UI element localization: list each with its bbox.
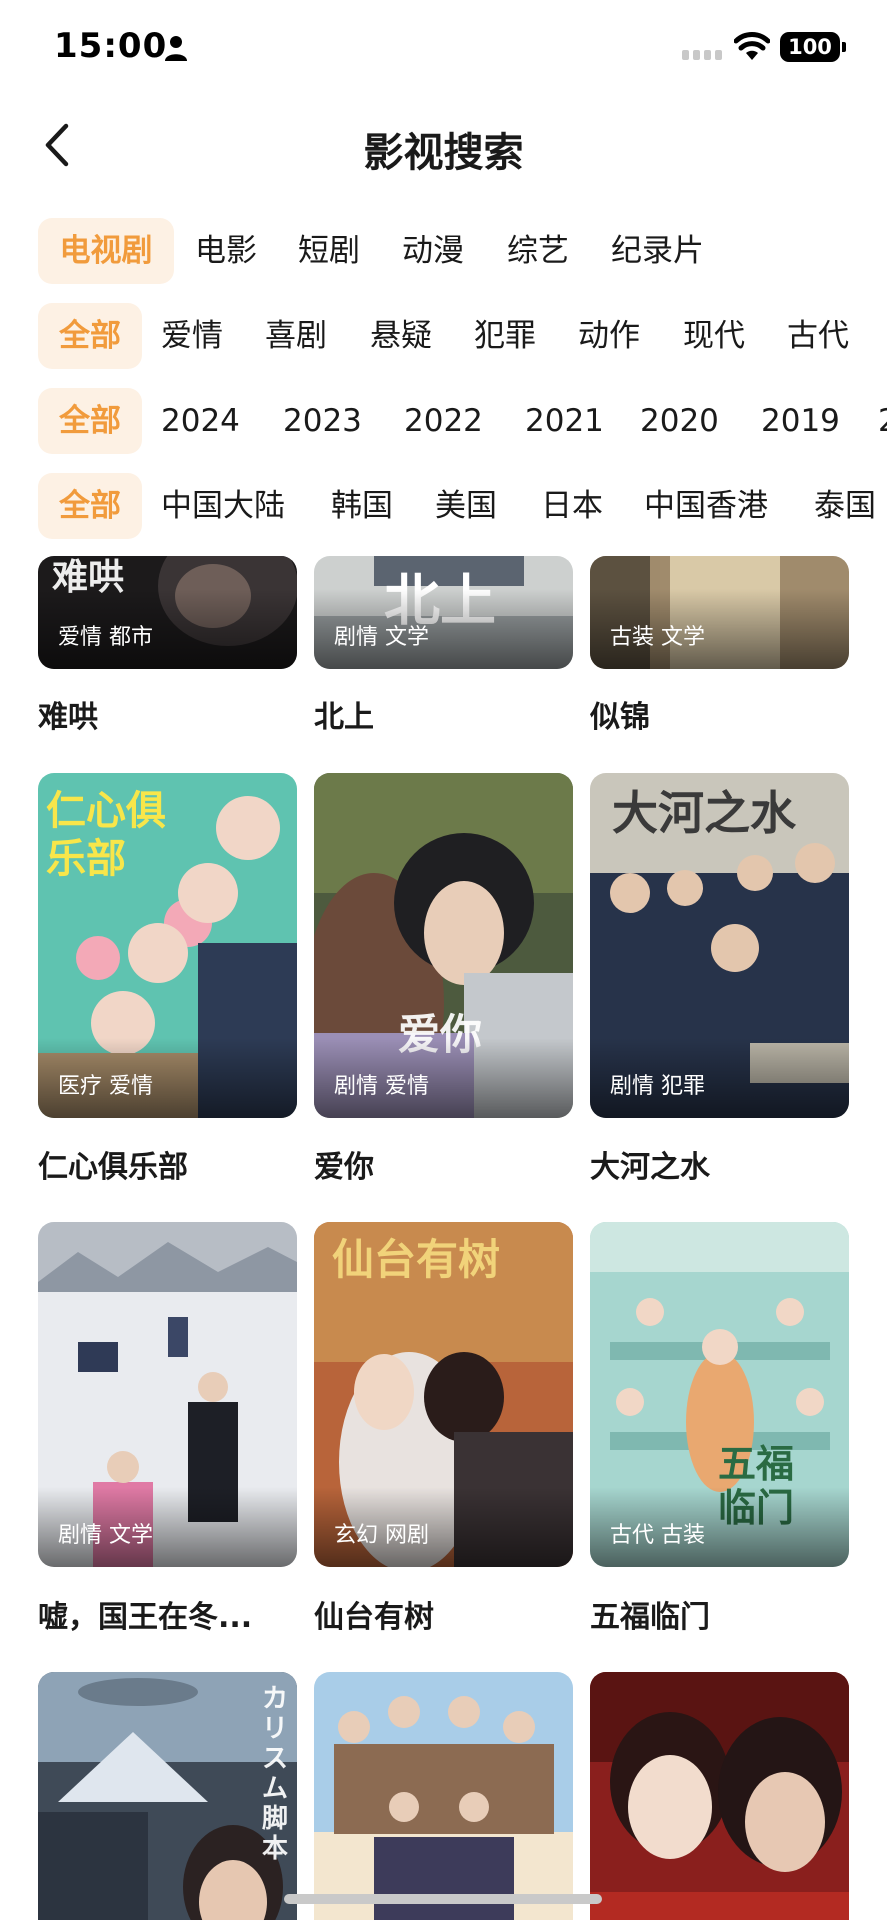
poster-text: 仙台有树 [332, 1235, 501, 1284]
chip-region-mainland[interactable]: 中国大陆 [161, 473, 285, 539]
chip-region-thailand[interactable]: 泰国 [814, 473, 876, 539]
poster-card[interactable] [590, 1672, 849, 1920]
chip-year-2021[interactable]: 2021 [525, 388, 604, 454]
poster-tags: 爱情 都市 [58, 625, 153, 650]
poster-card[interactable]: 古装 文学 [590, 556, 849, 669]
chip-genre-action[interactable]: 动作 [578, 303, 640, 369]
chip-type-movie[interactable]: 电影 [195, 218, 257, 284]
chip-genre-crime[interactable]: 犯罪 [474, 303, 536, 369]
chip-year-more[interactable]: 2 [878, 388, 887, 454]
chip-region-all[interactable]: 全部 [38, 473, 142, 539]
card-title[interactable]: 北上 [314, 692, 573, 736]
poster-tags: 古装 文学 [610, 625, 705, 650]
poster-tags: 剧情 文学 [58, 1523, 153, 1548]
card-title[interactable]: 大河之水 [590, 1142, 849, 1186]
chip-region-usa[interactable]: 美国 [435, 473, 497, 539]
chip-year-2020[interactable]: 2020 [640, 388, 719, 454]
poster-text: 大河之水 [612, 786, 796, 840]
poster-tags: 剧情 文学 [334, 625, 429, 650]
card-title[interactable]: 五福临门 [590, 1592, 849, 1636]
poster-card[interactable]: カリスム脚本 [38, 1672, 297, 1920]
battery-indicator: 100 [780, 32, 840, 62]
poster-card[interactable]: 仙台有树 玄幻 网剧 [314, 1222, 573, 1567]
poster-card[interactable]: 爱你 剧情 爱情 [314, 773, 573, 1118]
poster-text: 仁心俱乐部 [46, 787, 166, 882]
filter-row-region: 全部 中国大陆 韩国 美国 日本 中国香港 泰国 [0, 473, 887, 539]
poster-card[interactable]: 剧情 文学 [38, 1222, 297, 1567]
chip-type-short[interactable]: 短剧 [298, 218, 360, 284]
chip-type-variety[interactable]: 综艺 [507, 218, 569, 284]
results-grid: 难哄 爱情 都市 难哄 北上 剧情 文学 北上 古装 文学 似锦 [0, 556, 887, 1920]
chip-genre-all[interactable]: 全部 [38, 303, 142, 369]
chip-region-hongkong[interactable]: 中国香港 [644, 473, 768, 539]
poster-card[interactable]: 五福临门 古代 古装 [590, 1222, 849, 1567]
chip-year-2022[interactable]: 2022 [404, 388, 483, 454]
poster-tags: 剧情 爱情 [334, 1074, 429, 1099]
chip-year-2024[interactable]: 2024 [161, 388, 240, 454]
card-title[interactable]: 似锦 [590, 692, 849, 736]
chip-genre-suspense[interactable]: 悬疑 [370, 303, 432, 369]
card-title[interactable]: 仙台有树 [314, 1592, 573, 1636]
status-time: 15:00 [54, 26, 168, 66]
card-title[interactable]: 爱你 [314, 1142, 573, 1186]
chip-genre-comedy[interactable]: 喜剧 [265, 303, 327, 369]
poster-tags: 医疗 爱情 [58, 1074, 153, 1099]
card-title[interactable]: 难哄 [38, 692, 297, 736]
cellular-signal-icon [682, 50, 722, 60]
page-title: 影视搜索 [363, 130, 524, 176]
chip-genre-ancient[interactable]: 古代 [787, 303, 849, 369]
poster-card[interactable]: 难哄 爱情 都市 [38, 556, 297, 669]
poster-card[interactable] [314, 1672, 573, 1920]
chip-type-documentary[interactable]: 纪录片 [611, 218, 704, 284]
poster-tags: 玄幻 网剧 [334, 1523, 429, 1548]
home-indicator [284, 1894, 602, 1904]
wifi-icon [734, 32, 770, 60]
poster-text: カリスム脚本 [262, 1684, 289, 1864]
poster-card[interactable]: 仁心俱乐部 医疗 爱情 [38, 773, 297, 1118]
card-title[interactable]: 嘘，国王在冬... [38, 1592, 297, 1636]
person-icon [165, 36, 187, 61]
battery-tip [842, 42, 846, 52]
nav-header: 影视搜索 [0, 96, 887, 196]
chip-genre-romance[interactable]: 爱情 [161, 303, 223, 369]
filter-row-genre: 全部 爱情 喜剧 悬疑 犯罪 动作 现代 古代 [0, 303, 887, 369]
card-title[interactable]: 仁心俱乐部 [38, 1142, 297, 1186]
chip-year-2023[interactable]: 2023 [283, 388, 362, 454]
chip-region-korea[interactable]: 韩国 [331, 473, 393, 539]
chip-year-2019[interactable]: 2019 [761, 388, 840, 454]
chip-genre-modern[interactable]: 现代 [683, 303, 745, 369]
poster-card[interactable]: 北上 剧情 文学 [314, 556, 573, 669]
chip-year-all[interactable]: 全部 [38, 388, 142, 454]
poster-image [590, 1672, 849, 1920]
chip-region-japan[interactable]: 日本 [541, 473, 603, 539]
poster-tags: 剧情 犯罪 [610, 1074, 705, 1099]
poster-image [38, 1672, 297, 1920]
poster-card[interactable]: 大河之水 剧情 犯罪 [590, 773, 849, 1118]
filter-row-type: 电视剧 电影 短剧 动漫 综艺 纪录片 [0, 218, 887, 284]
filter-row-year: 全部 2024 2023 2022 2021 2020 2019 2 [0, 388, 887, 454]
chip-type-anime[interactable]: 动漫 [402, 218, 464, 284]
chip-type-tv[interactable]: 电视剧 [38, 218, 174, 284]
poster-image [314, 1672, 573, 1920]
status-bar: 15:00 100 [0, 0, 887, 96]
poster-tags: 古代 古装 [610, 1523, 705, 1548]
